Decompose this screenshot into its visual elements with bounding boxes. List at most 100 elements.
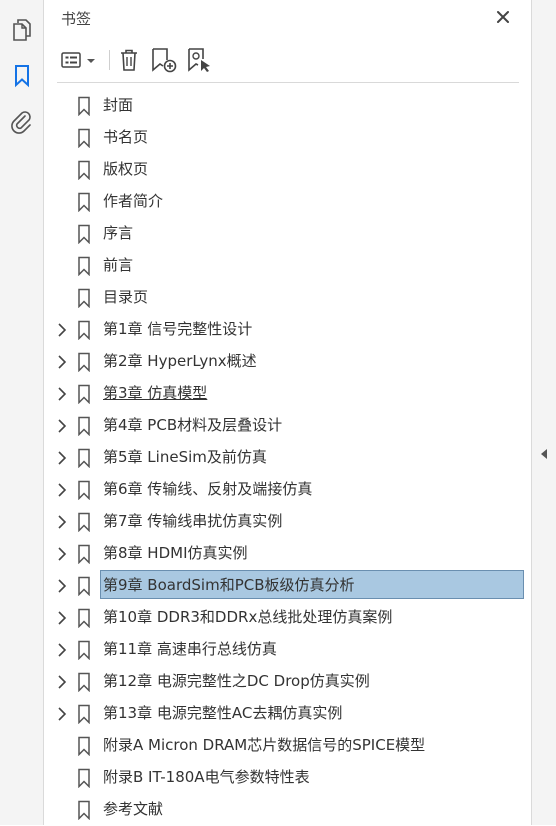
options-icon	[61, 52, 95, 68]
bookmark-item[interactable]: 作者简介	[45, 186, 531, 218]
bookmark-icon	[78, 672, 90, 692]
panel-title: 书签	[61, 10, 92, 28]
delete-button[interactable]	[115, 46, 143, 74]
bookmark-item[interactable]: 第1章 信号完整性设计	[45, 314, 531, 346]
bookmark-label[interactable]: 作者简介	[101, 186, 165, 216]
bookmarks-panel: 书签 封面 书名页 版权页 作者简介 序言 前言 目录页 第1章 信号完整性设计…	[45, 0, 531, 825]
bookmark-item[interactable]: 第6章 传输线、反射及端接仿真	[45, 474, 531, 506]
bookmark-item[interactable]: 参考文献	[45, 794, 531, 826]
bookmark-icon	[78, 224, 90, 244]
delete-icon	[121, 49, 137, 71]
bookmark-label[interactable]: 第4章 PCB材料及层叠设计	[101, 410, 284, 440]
bookmark-label[interactable]: 序言	[101, 218, 135, 248]
bookmark-label[interactable]: 版权页	[101, 154, 150, 184]
bookmark-label[interactable]: 第2章 HyperLynx概述	[101, 346, 259, 376]
bookmark-icon	[78, 544, 90, 564]
bookmark-label[interactable]: 第5章 LineSim及前仿真	[101, 442, 269, 472]
bookmark-label[interactable]: 书名页	[101, 122, 150, 152]
chevron-right-icon[interactable]	[55, 386, 69, 402]
bookmark-icon	[78, 640, 90, 660]
bookmark-item[interactable]: 第7章 传输线串扰仿真实例	[45, 506, 531, 538]
bookmark-label[interactable]: 第1章 信号完整性设计	[101, 314, 254, 344]
bookmarks-toolbar	[57, 44, 519, 76]
bookmark-label[interactable]: 封面	[101, 90, 135, 120]
bookmark-label[interactable]: 第13章 电源完整性AC去耦仿真实例	[101, 698, 344, 728]
new-bookmark-button[interactable]	[149, 46, 179, 74]
bookmark-item[interactable]: 版权页	[45, 154, 531, 186]
bookmark-label[interactable]: 参考文献	[101, 794, 165, 824]
chevron-right-icon[interactable]	[55, 354, 69, 370]
close-icon	[497, 11, 509, 23]
chevron-right-icon[interactable]	[55, 706, 69, 722]
bookmark-item[interactable]: 目录页	[45, 282, 531, 314]
bookmark-label[interactable]: 第3章 仿真模型	[101, 378, 209, 408]
collapse-arrow-icon[interactable]	[540, 448, 548, 460]
bookmark-icon	[78, 288, 90, 308]
bookmark-item[interactable]: 前言	[45, 250, 531, 282]
chevron-right-icon[interactable]	[55, 450, 69, 466]
bookmark-label[interactable]: 前言	[101, 250, 135, 280]
bookmark-label[interactable]: 第6章 传输线、反射及端接仿真	[101, 474, 314, 504]
bookmark-icon	[78, 256, 90, 276]
bookmark-icon	[78, 800, 90, 820]
bookmark-label[interactable]: 第11章 高速串行总线仿真	[101, 634, 279, 664]
chevron-right-icon[interactable]	[55, 610, 69, 626]
bookmark-label[interactable]: 第10章 DDR3和DDRx总线批处理仿真案例	[101, 602, 394, 632]
bookmark-item[interactable]: 第9章 BoardSim和PCB板级仿真分析	[45, 570, 531, 602]
bookmark-item[interactable]: 第5章 LineSim及前仿真	[45, 442, 531, 474]
bookmark-item[interactable]: 第10章 DDR3和DDRx总线批处理仿真案例	[45, 602, 531, 634]
bookmark-icon	[78, 512, 90, 532]
bookmark-item[interactable]: 第3章 仿真模型	[45, 378, 531, 410]
close-panel-button[interactable]	[492, 6, 514, 28]
bookmark-icon	[78, 736, 90, 756]
bookmark-label[interactable]: 第12章 电源完整性之DC Drop仿真实例	[101, 666, 372, 696]
chevron-right-icon[interactable]	[55, 674, 69, 690]
bookmark-icon	[78, 448, 90, 468]
chevron-right-icon[interactable]	[55, 642, 69, 658]
bookmark-label[interactable]: 第8章 HDMI仿真实例	[101, 538, 250, 568]
chevron-right-icon[interactable]	[55, 418, 69, 434]
bookmark-from-selection-icon	[188, 48, 210, 72]
bookmark-label[interactable]: 第7章 传输线串扰仿真实例	[101, 506, 284, 536]
left-navigation-rail	[0, 0, 44, 825]
bookmark-item[interactable]: 第13章 电源完整性AC去耦仿真实例	[45, 698, 531, 730]
bookmark-item[interactable]: 第8章 HDMI仿真实例	[45, 538, 531, 570]
chevron-right-icon[interactable]	[55, 482, 69, 498]
bookmark-icon	[78, 160, 90, 180]
bookmark-icon	[78, 320, 90, 340]
pages-icon[interactable]	[8, 16, 36, 44]
toolbar-separator	[109, 50, 110, 70]
bookmark-icon	[78, 96, 90, 116]
bookmark-icon	[78, 768, 90, 788]
chevron-right-icon[interactable]	[55, 578, 69, 594]
chevron-right-icon[interactable]	[55, 546, 69, 562]
bookmark-item[interactable]: 封面	[45, 90, 531, 122]
bookmark-icon	[78, 352, 90, 372]
bookmark-icon	[78, 608, 90, 628]
bookmark-label[interactable]: 附录B IT-180A电气参数特性表	[101, 762, 312, 792]
chevron-right-icon[interactable]	[55, 322, 69, 338]
right-collapse-strip[interactable]	[531, 0, 556, 825]
attachment-icon[interactable]	[8, 108, 36, 136]
bookmark-icon	[78, 416, 90, 436]
bookmark-icon[interactable]	[8, 62, 36, 90]
bookmark-from-selection-button[interactable]	[185, 46, 215, 74]
bookmark-item[interactable]: 第11章 高速串行总线仿真	[45, 634, 531, 666]
bookmark-icon	[78, 384, 90, 404]
bookmark-item[interactable]: 第2章 HyperLynx概述	[45, 346, 531, 378]
chevron-right-icon[interactable]	[55, 514, 69, 530]
bookmark-label[interactable]: 目录页	[101, 282, 150, 312]
toolbar-divider	[57, 82, 519, 83]
bookmark-item[interactable]: 第12章 电源完整性之DC Drop仿真实例	[45, 666, 531, 698]
bookmark-icon	[78, 480, 90, 500]
bookmark-item[interactable]: 第4章 PCB材料及层叠设计	[45, 410, 531, 442]
options-button[interactable]	[59, 46, 99, 74]
bookmark-item[interactable]: 序言	[45, 218, 531, 250]
bookmark-item[interactable]: 附录B IT-180A电气参数特性表	[45, 762, 531, 794]
bookmark-label[interactable]: 附录A Micron DRAM芯片数据信号的SPICE模型	[101, 730, 427, 760]
bookmark-item[interactable]: 附录A Micron DRAM芯片数据信号的SPICE模型	[45, 730, 531, 762]
bookmark-item[interactable]: 书名页	[45, 122, 531, 154]
bookmark-icon	[78, 192, 90, 212]
new-bookmark-icon	[152, 48, 177, 73]
bookmark-label[interactable]: 第9章 BoardSim和PCB板级仿真分析	[101, 570, 357, 600]
